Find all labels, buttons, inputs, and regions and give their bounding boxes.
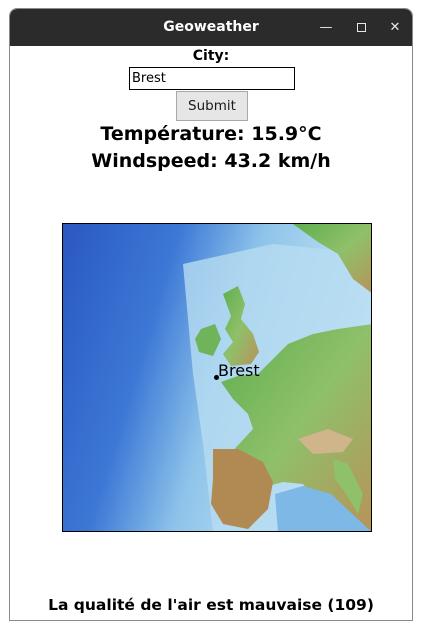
- city-input[interactable]: [129, 67, 295, 90]
- city-label: City:: [192, 48, 230, 64]
- app-window: Geoweather — ✕ City: Submit Température:…: [9, 8, 413, 621]
- minimize-icon[interactable]: —: [316, 18, 336, 38]
- close-icon[interactable]: ✕: [385, 18, 405, 38]
- main-content: City: Submit Température: 15.9°C Windspe…: [10, 46, 412, 620]
- maximize-icon[interactable]: [351, 18, 371, 38]
- city-marker-label: Brest: [218, 361, 260, 380]
- map-view[interactable]: Brest: [62, 223, 372, 532]
- temperature-readout: Température: 15.9°C: [100, 123, 322, 145]
- submit-button[interactable]: Submit: [176, 91, 248, 121]
- title-bar[interactable]: Geoweather — ✕: [10, 9, 412, 46]
- windspeed-readout: Windspeed: 43.2 km/h: [91, 150, 331, 172]
- air-quality-text: La qualité de l'air est mauvaise (109): [48, 596, 374, 614]
